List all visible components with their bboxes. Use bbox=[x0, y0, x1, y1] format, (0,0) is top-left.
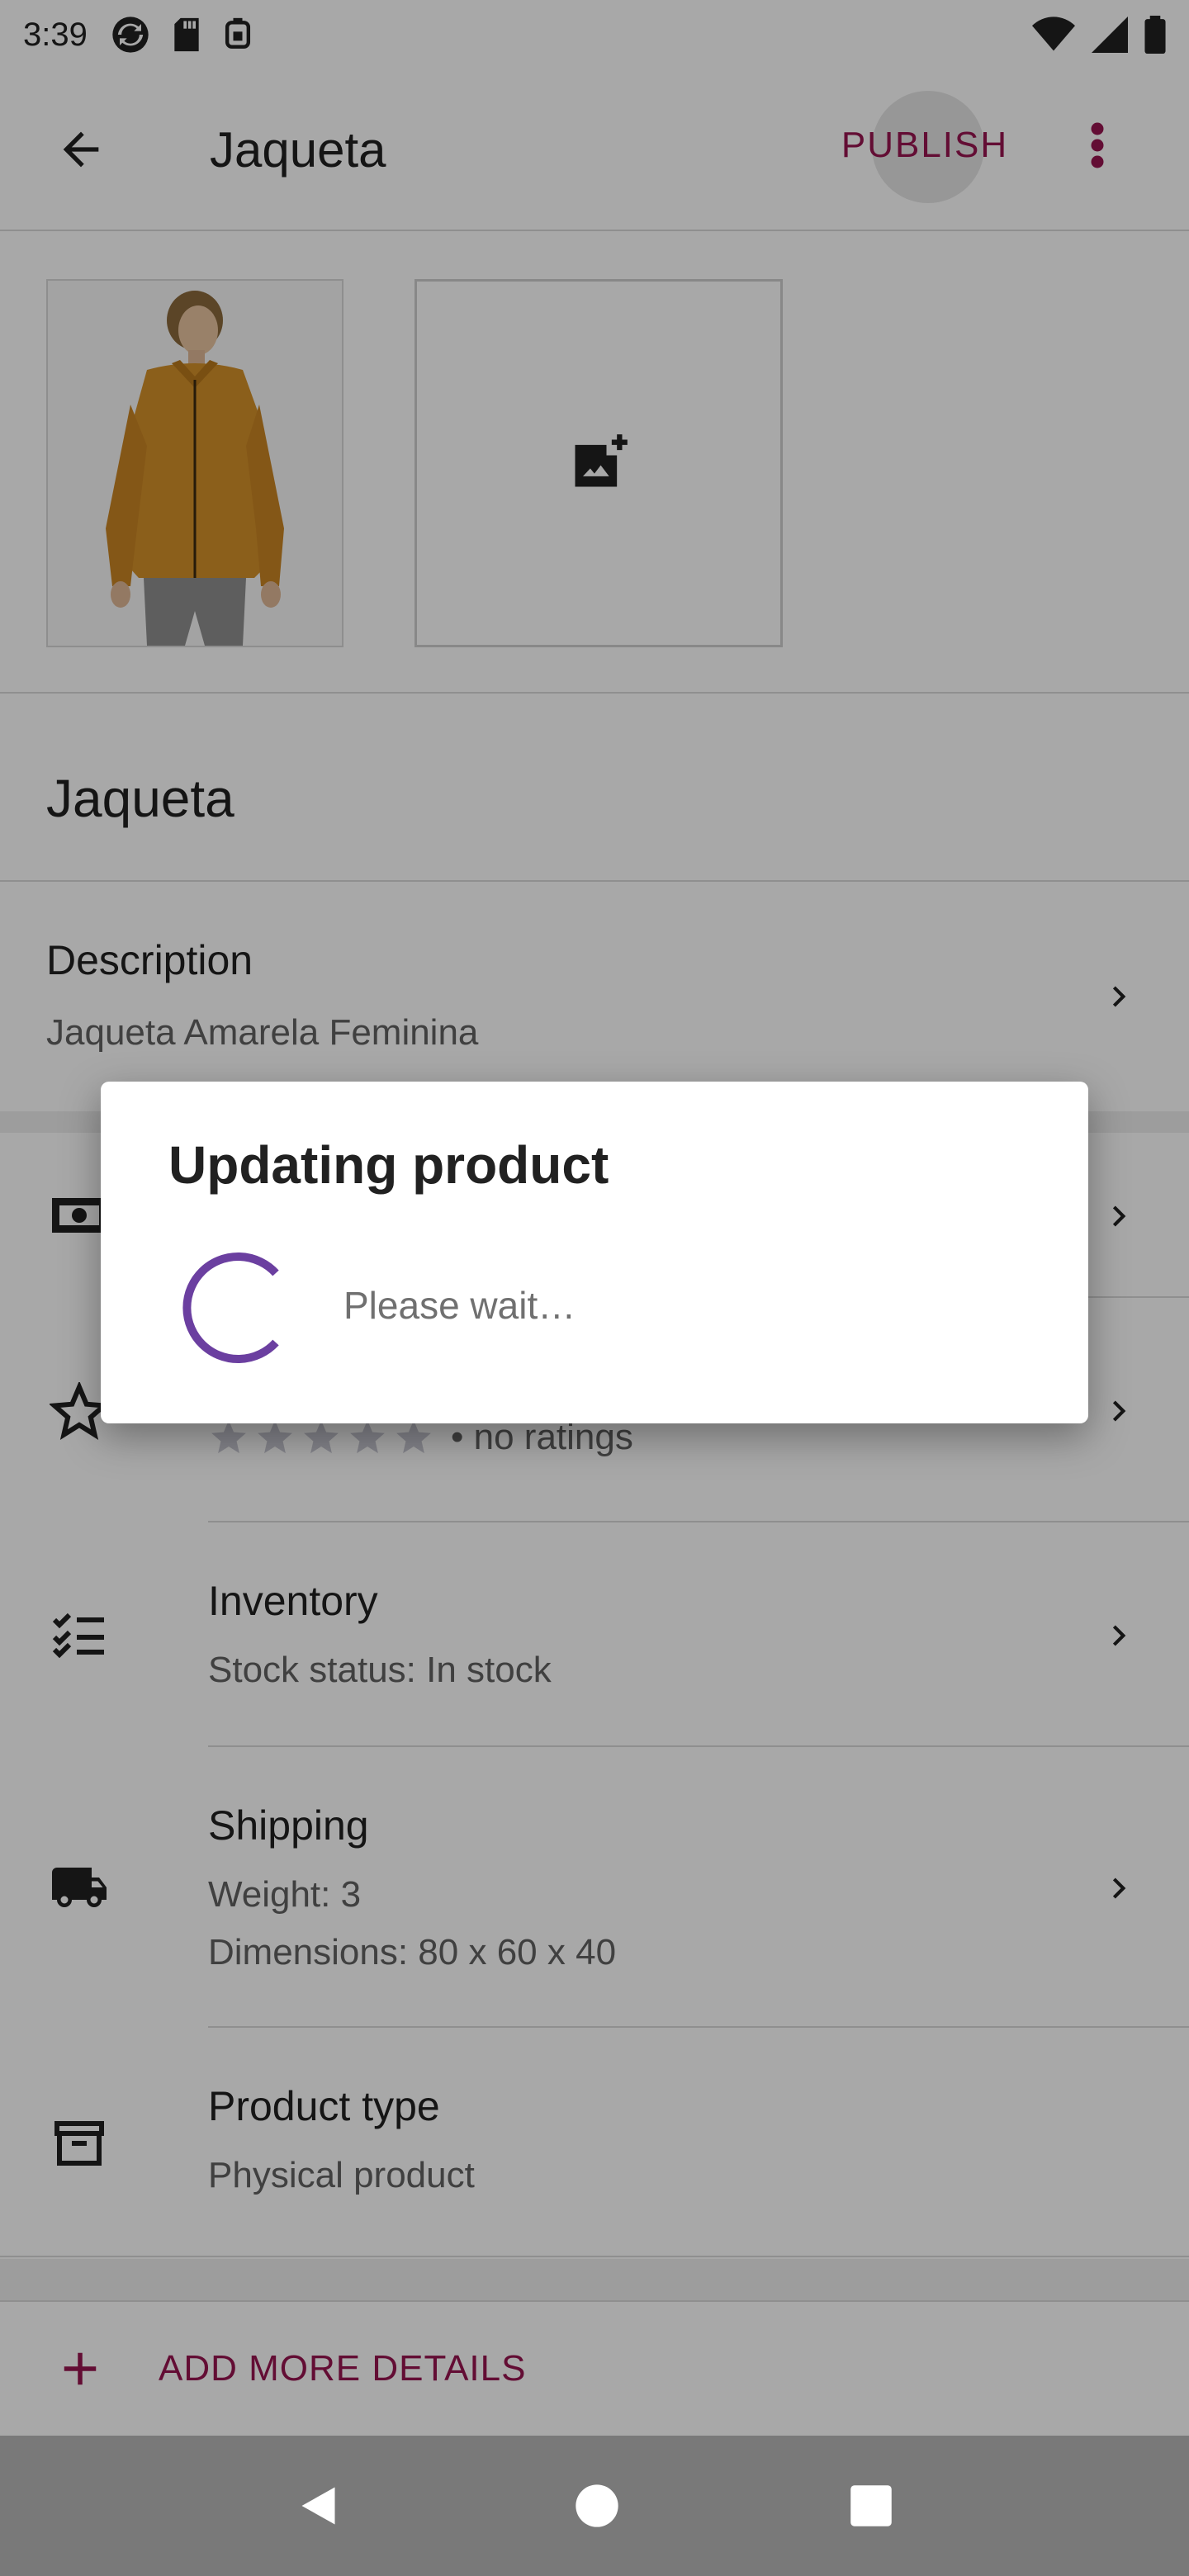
nav-recents-icon[interactable] bbox=[849, 2484, 893, 2528]
nav-back-icon[interactable] bbox=[296, 2481, 345, 2531]
system-nav-bar bbox=[0, 2436, 1189, 2576]
dialog-title: Updating product bbox=[168, 1135, 609, 1195]
loading-spinner bbox=[182, 1252, 279, 1363]
progress-dialog: Updating product Please wait… bbox=[101, 1082, 1088, 1423]
dialog-message: Please wait… bbox=[343, 1284, 576, 1327]
nav-home-icon[interactable] bbox=[574, 2483, 620, 2529]
